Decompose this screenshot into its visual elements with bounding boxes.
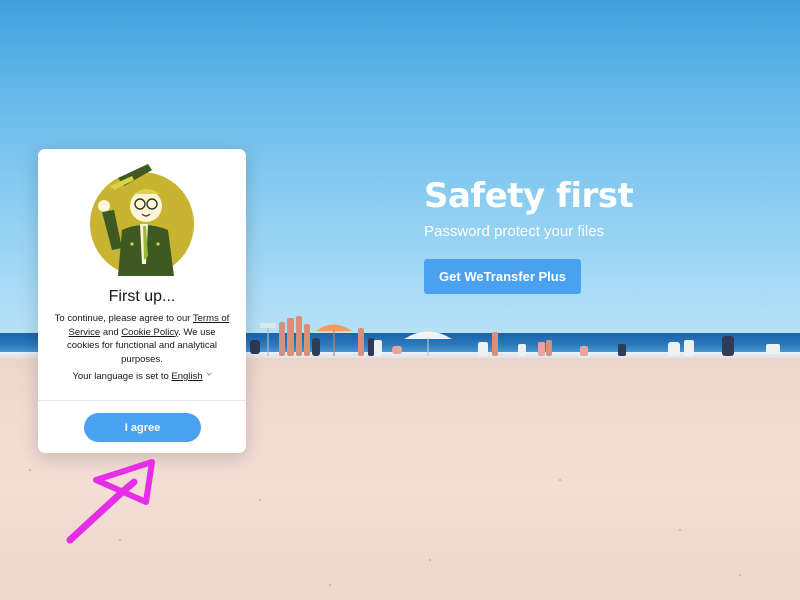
consent-dialog: First up... To continue, please agree to… <box>38 149 246 453</box>
consent-text-prefix: To continue, please agree to our <box>54 313 191 324</box>
arrow-annotation-icon <box>66 459 155 544</box>
page: Safety first Password protect your files… <box>0 0 800 600</box>
chevron-down-icon <box>205 372 212 376</box>
mascot-illustration <box>90 164 194 276</box>
consent-message: To continue, please agree to our Terms o… <box>52 312 232 366</box>
consent-text-and: and <box>102 326 119 338</box>
hero-section: Safety first Password protect your files… <box>424 176 634 294</box>
language-selector[interactable]: English <box>171 371 212 382</box>
language-value: English <box>171 371 203 382</box>
beach-umbrella <box>316 324 352 356</box>
consent-title: First up... <box>108 288 176 305</box>
hero-title: Safety first <box>424 176 634 216</box>
hero-subtitle: Password protect your files <box>424 223 605 240</box>
beach-people-light <box>374 340 780 356</box>
get-wetransfer-plus-button[interactable]: Get WeTransfer Plus <box>424 259 581 294</box>
divider <box>38 400 246 401</box>
language-label: Your language is set to <box>72 371 169 382</box>
beach-umbrella <box>404 331 452 356</box>
cookie-policy-link[interactable]: Cookie Policy <box>121 327 178 338</box>
language-setting: Your language is set to English <box>38 371 246 382</box>
i-agree-button[interactable]: I agree <box>84 413 201 442</box>
beach-people-pink <box>392 342 588 356</box>
lifeguard-sign <box>260 323 276 356</box>
